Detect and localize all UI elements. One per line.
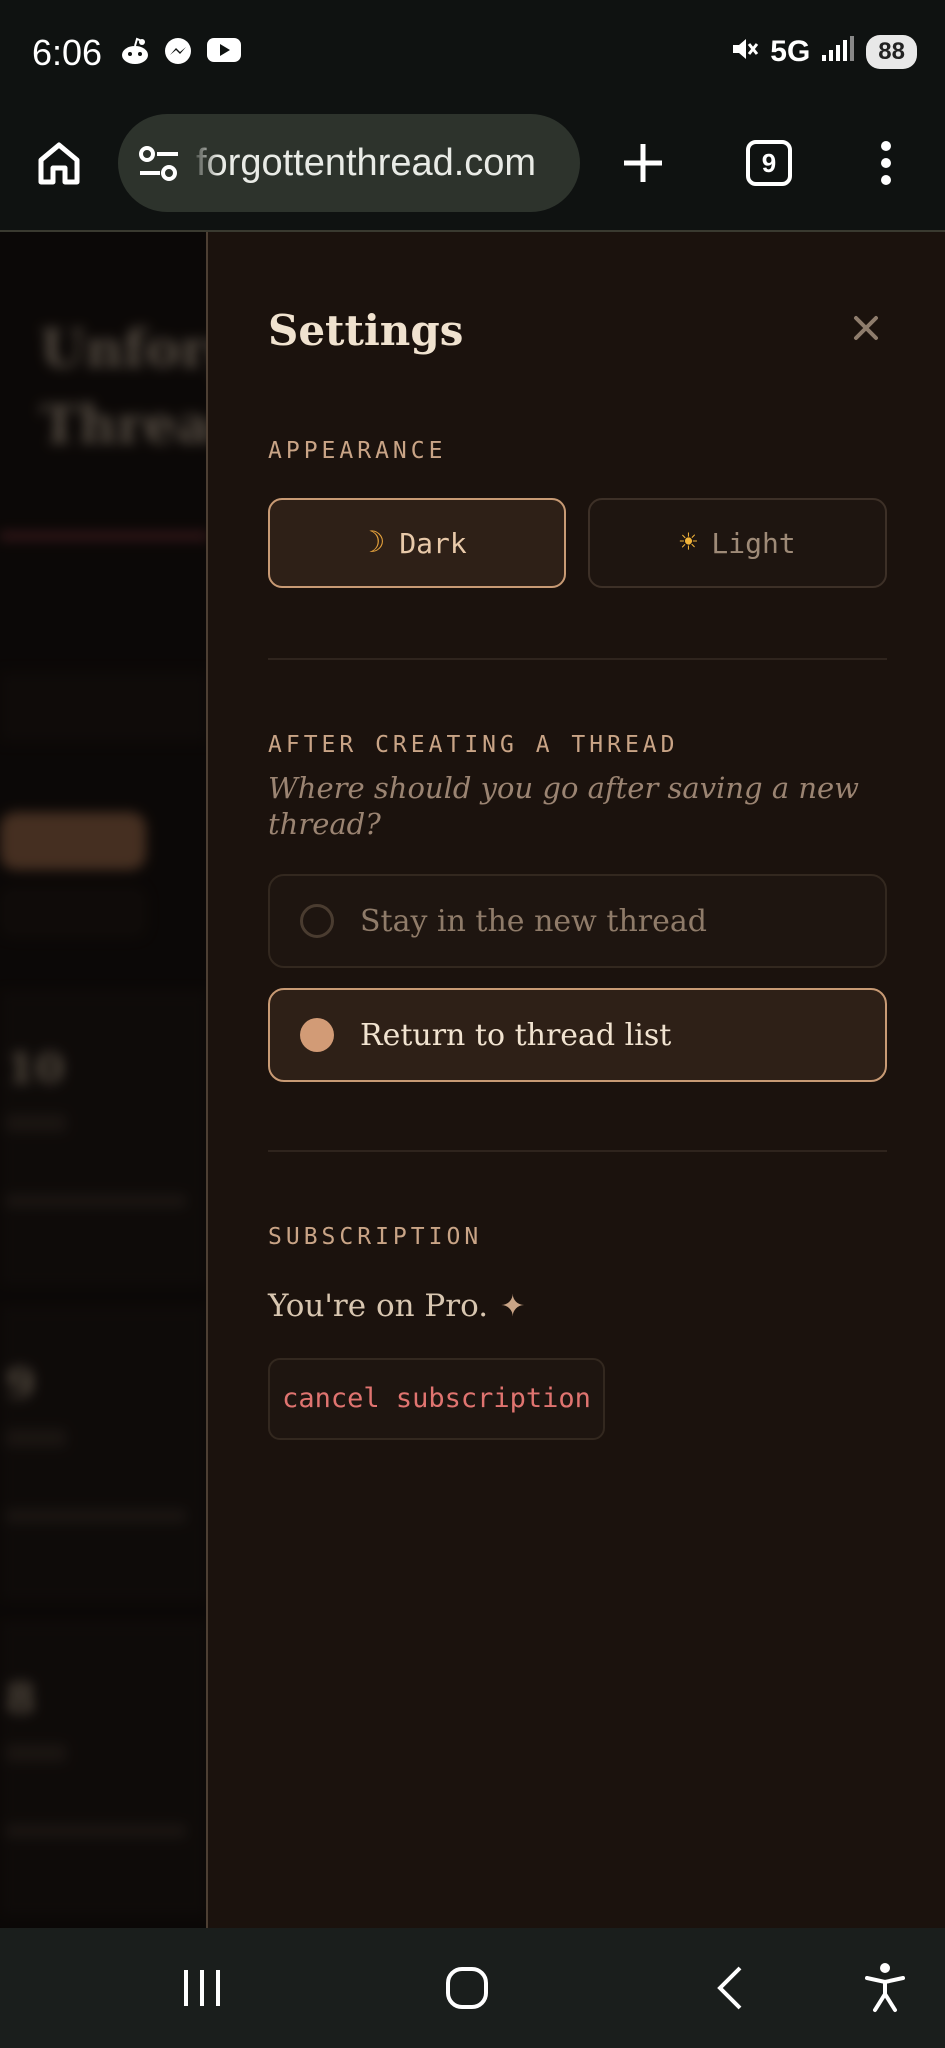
section-divider [268,658,887,660]
browser-toolbar: forgottenthread.com 9 [0,108,945,232]
settings-panel: Settings APPEARANCE ☽ Dark ☀ Light AFTER… [206,232,945,1928]
subscription-status: You're on Pro. ✦ [268,1288,525,1324]
after-creating-label: AFTER CREATING A THREAD [268,732,679,758]
settings-title: Settings [268,306,464,355]
subscription-label: SUBSCRIPTION [268,1224,483,1250]
notification-icons [118,36,241,66]
sun-icon: ☀ [679,525,698,560]
radio-return-to-list[interactable]: Return to thread list [268,988,887,1082]
reddit-icon [118,36,152,66]
radio-stay-label: Stay in the new thread [360,903,707,939]
radio-unselected-icon [300,904,334,938]
status-bar: 6:06 5G 88 [0,0,945,108]
after-creating-question: Where should you go after saving a new t… [268,771,860,841]
system-nav-bar [0,1928,945,2048]
back-icon[interactable] [702,1958,762,2018]
subscription-status-text: You're on Pro. [268,1288,489,1324]
address-bar[interactable]: forgottenthread.com [118,114,580,212]
theme-light-label: Light [711,526,796,560]
cancel-subscription-button[interactable]: cancel subscription [268,1358,605,1440]
drawer-backdrop[interactable] [0,232,208,1928]
recent-apps-icon[interactable] [172,1958,232,2018]
url-fade [190,114,218,212]
url-text: forgottenthread.com [196,142,537,184]
theme-dark-label: Dark [399,526,467,560]
radio-return-label: Return to thread list [360,1017,672,1053]
sparkle-icon: ✦ [500,1288,526,1324]
theme-dark-button[interactable]: ☽ Dark [268,498,566,588]
site-settings-icon[interactable] [138,144,180,184]
system-indicators: 5G 88 [730,34,917,69]
youtube-icon [206,36,241,66]
background-page: Unforg Thread 10 9 8 [0,232,208,1928]
network-type: 5G [770,34,811,68]
accessibility-icon[interactable] [855,1958,915,2018]
status-time: 6:06 [32,32,103,73]
moon-icon: ☽ [367,525,386,560]
home-nav-icon[interactable] [437,1958,497,2018]
home-icon[interactable] [34,138,84,188]
mute-icon [730,34,760,69]
tab-switcher-button[interactable]: 9 [746,140,792,186]
radio-selected-icon [300,1018,334,1052]
appearance-label: APPEARANCE [268,438,447,464]
new-tab-icon[interactable] [620,140,666,186]
messenger-icon [162,36,196,66]
close-icon[interactable] [846,308,886,348]
theme-light-button[interactable]: ☀ Light [588,498,887,588]
section-divider [268,1150,887,1152]
battery-level: 88 [866,34,917,69]
radio-stay-in-thread[interactable]: Stay in the new thread [268,874,887,968]
more-menu-icon[interactable] [868,138,904,188]
signal-icon [820,35,856,68]
